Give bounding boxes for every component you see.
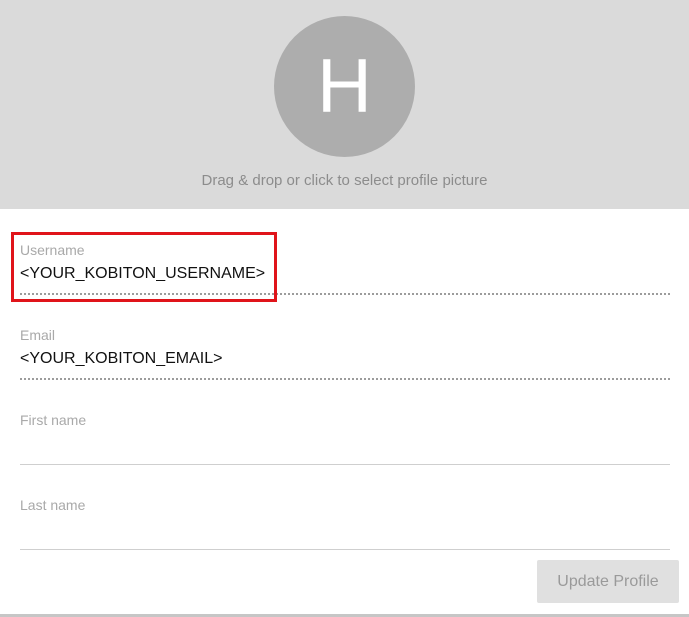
username-highlight-box [11, 232, 277, 302]
email-label: Email [20, 327, 56, 343]
first-name-underline [20, 464, 670, 465]
avatar-initial: H [317, 43, 372, 129]
email-value: <YOUR_KOBITON_EMAIL> [20, 350, 223, 367]
last-name-field[interactable]: Last name [20, 497, 670, 551]
profile-page: H Drag & drop or click to select profile… [0, 0, 689, 617]
avatar[interactable]: H [274, 16, 415, 157]
last-name-underline [20, 549, 670, 550]
first-name-label: First name [20, 412, 87, 428]
first-name-field[interactable]: First name [20, 412, 670, 466]
email-underline [20, 378, 670, 380]
profile-picture-dropzone[interactable]: H Drag & drop or click to select profile… [0, 0, 689, 209]
profile-picture-hint: Drag & drop or click to select profile p… [201, 172, 488, 189]
last-name-label: Last name [20, 497, 86, 513]
update-profile-button[interactable]: Update Profile [537, 560, 679, 603]
